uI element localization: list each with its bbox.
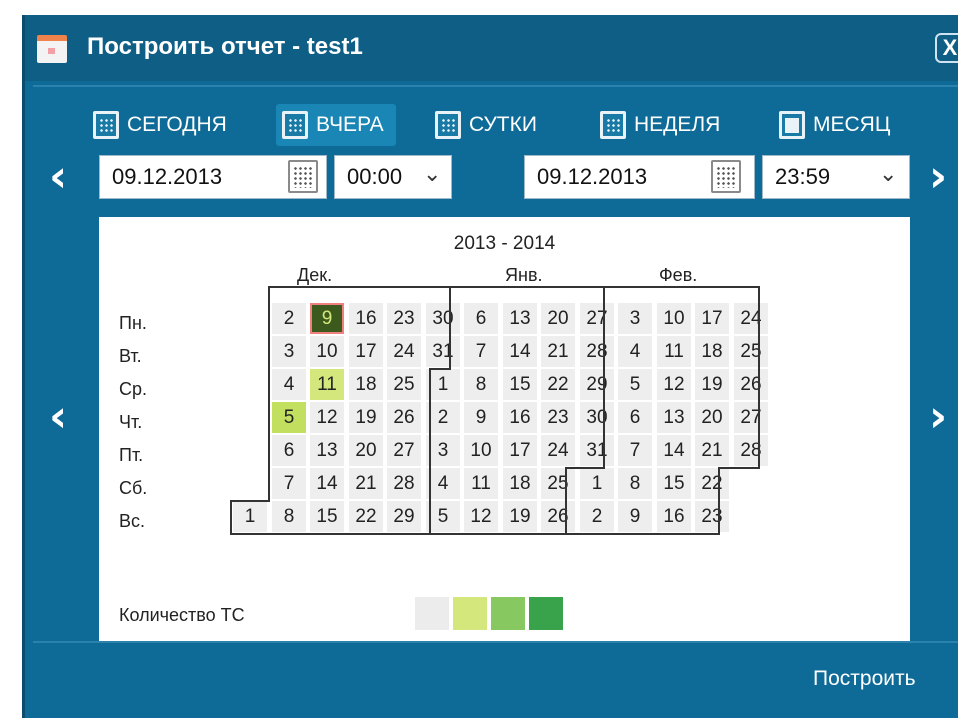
feb-border [565,286,760,535]
end-time-value: 23:59 [775,164,831,189]
dialog-body: СЕГОДНЯ ВЧЕРА СУТКИ НЕДЕЛЯ МЕСЯЦ ‹ › 09.… [33,85,958,643]
end-date-value: 09.12.2013 [537,164,648,189]
legend-label: Количество ТС [119,605,245,625]
chevron-down-icon: ⌄ [423,162,442,187]
month-borders [230,286,760,535]
end-date-field[interactable]: 09.12.2013 [524,155,755,199]
close-button[interactable]: X [935,33,958,63]
calendar-icon [600,111,626,139]
calendar-picker-icon[interactable] [288,160,318,193]
preset-label: ВЧЕРА [316,113,384,136]
build-report-button[interactable]: Построить [813,667,916,691]
preset-day-button[interactable]: СУТКИ [435,104,537,146]
preset-label: СЕГОДНЯ [127,113,227,136]
preset-month-button[interactable]: МЕСЯЦ [779,104,890,146]
calendar-heatmap: 2013 - 2014 Дек. Янв. Фев. Пн. Вт. Ср. Ч… [99,217,910,643]
preset-yesterday-button[interactable]: ВЧЕРА [276,104,396,146]
report-dialog: Построить отчет - test1 X СЕГОДНЯ ВЧЕРА … [22,15,958,718]
legend-swatch-2 [491,597,525,630]
calendar-icon [779,111,805,139]
start-time-select[interactable]: 00:00 ⌄ [334,155,452,199]
preset-week-button[interactable]: НЕДЕЛЯ [600,104,720,146]
prev-months-arrow-icon[interactable]: ‹ [49,395,67,439]
chevron-down-icon: ⌄ [879,162,898,187]
dialog-footer: Построить [33,641,958,718]
end-time-select[interactable]: 23:59 ⌄ [762,155,910,199]
calendar-icon [435,111,461,139]
preset-label: НЕДЕЛЯ [634,113,721,136]
app-window-icon [37,35,67,63]
calendar-icon [93,111,119,139]
start-date-value: 09.12.2013 [112,164,223,189]
window-title: Построить отчет - test1 [87,33,363,60]
calendar-picker-icon[interactable] [711,160,741,193]
legend-swatch-0 [415,597,449,630]
legend-swatch-1 [453,597,487,630]
title-bar[interactable]: Построить отчет - test1 X [25,15,958,81]
preset-today-button[interactable]: СЕГОДНЯ [93,104,227,146]
preset-label: МЕСЯЦ [813,113,891,136]
calendar-icon [282,111,308,139]
legend-swatch-3 [529,597,563,630]
preset-label: СУТКИ [469,113,537,136]
dec-border [230,286,451,535]
next-period-arrow-icon[interactable]: › [929,155,947,199]
start-date-field[interactable]: 09.12.2013 [99,155,327,199]
jan-border [429,286,605,535]
prev-period-arrow-icon[interactable]: ‹ [49,155,67,199]
next-months-arrow-icon[interactable]: › [929,395,947,439]
start-time-value: 00:00 [347,164,403,189]
